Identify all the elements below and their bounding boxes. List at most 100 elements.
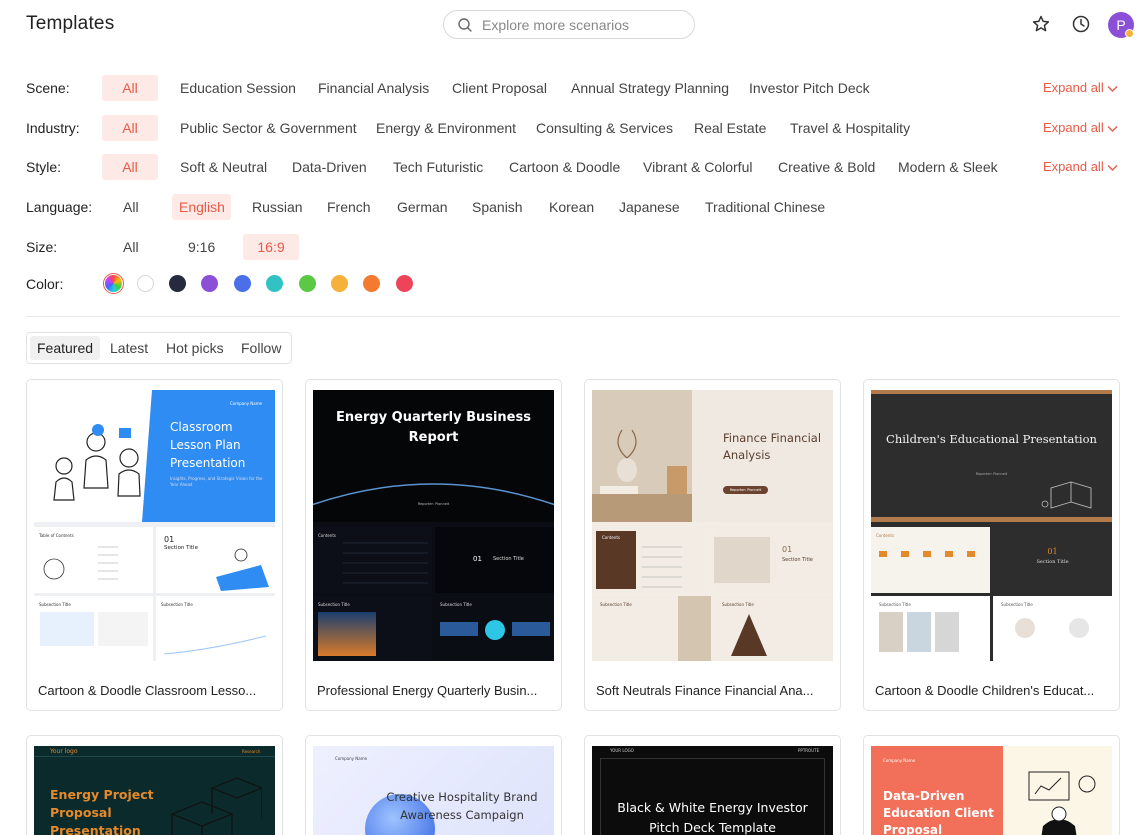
search-input[interactable]: [482, 16, 682, 34]
card-title: Cartoon & Doodle Children's Educat...: [875, 683, 1095, 698]
chevron-down-icon: [1107, 85, 1118, 92]
mini-section-title: Section Title: [782, 557, 813, 563]
industry-option-real-estate[interactable]: Real Estate: [687, 115, 773, 141]
style-option-all[interactable]: All: [102, 154, 158, 180]
history-clock-icon[interactable]: [1071, 14, 1091, 34]
divider: [26, 316, 1120, 317]
color-swatch-dark-navy[interactable]: [169, 275, 186, 292]
style-option-vibrant-colorful[interactable]: Vibrant & Colorful: [636, 154, 759, 180]
style-option-creative-bold[interactable]: Creative & Bold: [771, 154, 882, 180]
template-card[interactable]: Company Name Creative Hospitality Brand …: [305, 735, 562, 835]
scene-option-financial-analysis[interactable]: Financial Analysis: [311, 75, 436, 101]
mini-section-number: 01: [782, 545, 793, 554]
language-option-french[interactable]: French: [320, 194, 378, 220]
mini-section-title: Section Title: [164, 545, 198, 551]
filter-label-industry: Industry:: [26, 120, 80, 136]
language-option-german[interactable]: German: [390, 194, 455, 220]
chevron-down-icon: [1107, 164, 1118, 171]
template-thumbnail: YOUR LOGO PPTROUTE Black & White Energy …: [592, 746, 833, 835]
color-swatch-white[interactable]: [137, 275, 154, 292]
mini-slide-subsection-2: Subsection Title: [993, 596, 1112, 661]
search-box[interactable]: [443, 10, 695, 39]
language-option-korean[interactable]: Korean: [542, 194, 601, 220]
style-option-data-driven[interactable]: Data-Driven: [285, 154, 374, 180]
style-option-tech-futuristic[interactable]: Tech Futuristic: [386, 154, 490, 180]
color-swatch-rainbow[interactable]: [105, 275, 122, 292]
template-card[interactable]: Energy Quarterly Business Report Reporte…: [305, 379, 562, 711]
industry-option-consulting-services[interactable]: Consulting & Services: [529, 115, 680, 141]
cover-slide: Energy Quarterly Business Report Reporte…: [313, 390, 554, 522]
color-swatch-blue[interactable]: [234, 275, 251, 292]
mini-slide-section: 01 Section Title: [714, 527, 833, 593]
mini-toc-title: Table of Contents: [39, 533, 74, 538]
style-option-soft-neutral[interactable]: Soft & Neutral: [173, 154, 274, 180]
scene-option-all[interactable]: All: [102, 75, 158, 101]
size-option-all[interactable]: All: [116, 234, 146, 260]
mini-toc-title: Contents: [318, 533, 336, 538]
card-title: Professional Energy Quarterly Busin...: [317, 683, 538, 698]
template-card[interactable]: Company Name Data-Driven Education Clien…: [863, 735, 1120, 835]
mini-subsection-title: Subsection Title: [440, 602, 472, 607]
filter-row-style: Style: All Soft & Neutral Data-Driven Te…: [0, 154, 1141, 180]
template-card[interactable]: Your logo Research Energy Project Propos…: [26, 735, 283, 835]
color-swatch-orange[interactable]: [363, 275, 380, 292]
filter-label-language: Language:: [26, 199, 93, 215]
color-swatch-green[interactable]: [299, 275, 316, 292]
mini-subsection-title: Subsection Title: [318, 602, 350, 607]
style-expand-all-button[interactable]: Expand all: [1043, 159, 1118, 174]
mini-subsection-title: Subsection Title: [722, 602, 754, 607]
doodle-illustration: [1028, 771, 1096, 835]
mini-toc-title: Contents: [602, 535, 620, 540]
cover-slide: Children's Educational Presentation Repo…: [871, 390, 1112, 522]
template-thumbnail: Company Name Creative Hospitality Brand …: [313, 746, 554, 835]
cover-slide: Finance Financial Analysis Reporter: Pio…: [592, 390, 833, 522]
filter-row-size: Size: All 9:16 16:9: [0, 234, 1141, 260]
cover-subtitle: Insights, Progress, and Strategic Vision…: [170, 476, 263, 487]
style-option-modern-sleek[interactable]: Modern & Sleek: [891, 154, 1005, 180]
industry-expand-all-button[interactable]: Expand all: [1043, 120, 1118, 135]
star-icon[interactable]: [1031, 14, 1051, 34]
cube-illustration: [170, 777, 262, 835]
tab-hot-picks[interactable]: Hot picks: [159, 336, 231, 360]
industry-option-all[interactable]: All: [102, 115, 158, 141]
scene-option-client-proposal[interactable]: Client Proposal: [445, 75, 554, 101]
size-option-16-9[interactable]: 16:9: [243, 234, 299, 260]
industry-option-public-sector[interactable]: Public Sector & Government: [173, 115, 364, 141]
template-card[interactable]: Children's Educational Presentation Repo…: [863, 379, 1120, 711]
language-option-all[interactable]: All: [116, 194, 146, 220]
expand-all-label: Expand all: [1043, 80, 1104, 95]
expand-all-label: Expand all: [1043, 159, 1104, 174]
mini-slide-subsection: Subsection Title: [592, 596, 711, 661]
cover-logo: Your logo: [50, 748, 78, 755]
color-swatch-yellow[interactable]: [331, 275, 348, 292]
color-swatch-red[interactable]: [396, 275, 413, 292]
template-card[interactable]: YOUR LOGO PPTROUTE Black & White Energy …: [584, 735, 841, 835]
language-option-english[interactable]: English: [172, 194, 231, 220]
cover-heading: Creative Hospitality Brand Awareness Cam…: [386, 790, 538, 822]
color-swatch-purple[interactable]: [201, 275, 218, 292]
scene-option-investor-pitch-deck[interactable]: Investor Pitch Deck: [742, 75, 877, 101]
tab-bar: Featured Latest Hot picks Follow: [26, 332, 292, 364]
scene-expand-all-button[interactable]: Expand all: [1043, 80, 1118, 95]
industry-option-energy-environment[interactable]: Energy & Environment: [369, 115, 523, 141]
mini-subsection-title: Subsection Title: [600, 602, 632, 607]
tab-latest[interactable]: Latest: [103, 336, 155, 360]
template-card[interactable]: Classroom Lesson Plan Presentation Insig…: [26, 379, 283, 711]
size-option-9-16[interactable]: 9:16: [181, 234, 222, 260]
language-option-traditional-chinese[interactable]: Traditional Chinese: [698, 194, 832, 220]
template-card[interactable]: Finance Financial Analysis Reporter: Pio…: [584, 379, 841, 711]
language-option-spanish[interactable]: Spanish: [465, 194, 530, 220]
scene-option-annual-strategy-planning[interactable]: Annual Strategy Planning: [564, 75, 736, 101]
industry-option-travel-hospitality[interactable]: Travel & Hospitality: [783, 115, 917, 141]
mini-section-number: 01: [1047, 547, 1058, 556]
scene-option-education-session[interactable]: Education Session: [173, 75, 303, 101]
filter-row-industry: Industry: All Public Sector & Government…: [0, 115, 1141, 141]
mini-toc-title: Contents: [876, 533, 894, 538]
language-option-russian[interactable]: Russian: [245, 194, 310, 220]
color-swatch-teal[interactable]: [266, 275, 283, 292]
template-thumbnail: Children's Educational Presentation Repo…: [871, 390, 1112, 661]
style-option-cartoon-doodle[interactable]: Cartoon & Doodle: [502, 154, 627, 180]
tab-follow[interactable]: Follow: [234, 336, 288, 360]
tab-featured[interactable]: Featured: [30, 336, 101, 360]
language-option-japanese[interactable]: Japanese: [612, 194, 687, 220]
